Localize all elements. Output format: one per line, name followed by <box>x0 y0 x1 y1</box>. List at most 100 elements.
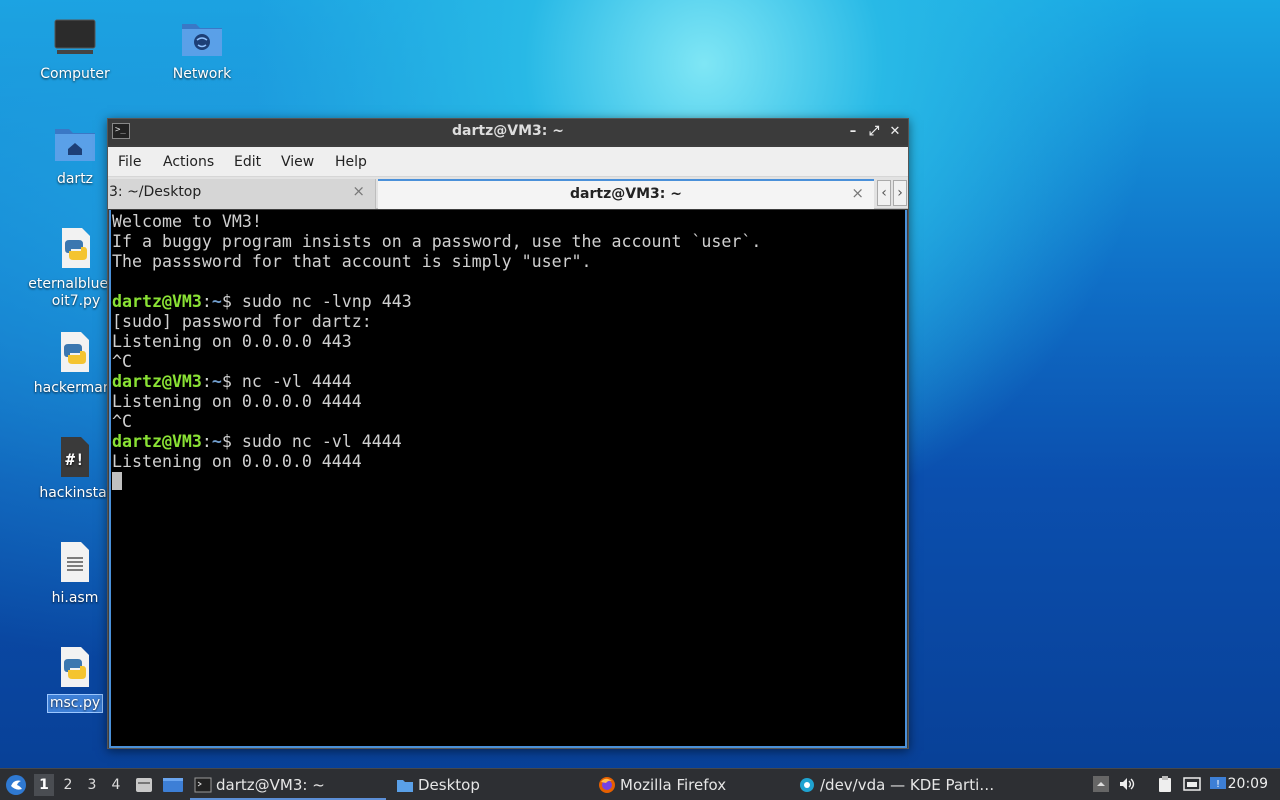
update-notifier-icon[interactable]: ! <box>1209 775 1227 793</box>
terminal-line: Listening on 0.0.0.0 4444 <box>112 452 905 472</box>
terminal-line: [sudo] password for dartz: <box>112 312 905 332</box>
tab-bar: 3: ~/Desktop × dartz@VM3: ~ × <box>108 177 908 209</box>
maximize-button[interactable]: ⤢ <box>865 122 883 142</box>
terminal-text: Listening on 0.0.0.0 4444 <box>112 392 362 411</box>
tab-desktop[interactable]: 3: ~/Desktop × <box>108 179 376 209</box>
prompt-path: ~ <box>211 432 222 451</box>
svg-text:!: ! <box>1216 779 1220 790</box>
firefox-icon <box>599 777 615 793</box>
volume-icon[interactable] <box>1118 775 1136 793</box>
text-file-icon <box>61 542 89 582</box>
terminal-text: ^C <box>112 352 132 371</box>
prompt-separator: : <box>201 292 212 311</box>
terminal-text: Listening on 0.0.0.0 4444 <box>112 452 362 471</box>
desktop-icon-label: dartz <box>56 171 94 187</box>
minimize-button[interactable]: – <box>844 122 862 142</box>
tray-expand-icon[interactable] <box>1092 775 1110 793</box>
network-status-icon[interactable] <box>1183 775 1201 793</box>
terminal-line: Listening on 0.0.0.0 4444 <box>112 392 905 412</box>
menu-edit[interactable]: Edit <box>234 154 261 170</box>
terminal-line: Welcome to VM3! <box>112 212 905 232</box>
terminal-text: [sudo] password for dartz: <box>112 312 372 331</box>
prompt-path: ~ <box>211 372 222 391</box>
menu-help[interactable]: Help <box>335 154 367 170</box>
shell-script-icon: #! <box>61 437 89 477</box>
terminal-line: If a buggy program insists on a password… <box>112 232 905 252</box>
show-desktop-icon[interactable] <box>162 775 184 795</box>
home-folder-icon <box>55 129 95 161</box>
terminal-line: dartz@VM3:~$ sudo nc -vl 4444 <box>112 432 905 452</box>
python-file-icon <box>62 228 90 268</box>
desktop-icon-network[interactable]: Network <box>147 16 257 83</box>
task-kde-partition-manager[interactable]: /dev/vda — KDE Parti… <box>794 770 994 800</box>
desktop-icon-label: hi.asm <box>51 590 99 606</box>
desktop-icon-label: Computer <box>40 66 110 82</box>
task-label: /dev/vda — KDE Parti… <box>820 776 995 794</box>
terminal-line <box>112 472 905 492</box>
terminal-output[interactable]: Welcome to VM3! If a buggy program insist… <box>109 210 907 748</box>
menu-bar: File Actions Edit View Help <box>108 147 908 177</box>
workspace-1[interactable]: 1 <box>34 774 54 796</box>
menu-actions[interactable]: Actions <box>163 154 214 170</box>
taskbar: 1 2 3 4 dartz@VM3: ~ Desktop Mozilla Fir… <box>0 768 1280 800</box>
prompt-separator: : <box>201 372 212 391</box>
prompt-separator: : <box>201 432 212 451</box>
menu-file[interactable]: File <box>118 154 141 170</box>
clock[interactable]: 20:09 <box>1228 769 1268 800</box>
python-file-icon <box>61 647 89 687</box>
window-title: dartz@VM3: ~ <box>452 123 564 139</box>
terminal-line: The passsword for that account is simply… <box>112 252 905 272</box>
task-firefox[interactable]: Mozilla Firefox <box>594 770 790 800</box>
desktop-icon-label: hackinstal <box>39 485 111 501</box>
start-menu-icon[interactable] <box>5 774 27 796</box>
desktop-icon-computer[interactable]: Computer <box>20 16 130 83</box>
terminal-text: The passsword for that account is simply… <box>112 252 592 271</box>
task-label: Desktop <box>418 776 480 794</box>
terminal-text: If a buggy program insists on a password… <box>112 232 762 251</box>
workspace-3[interactable]: 3 <box>82 774 102 796</box>
svg-text:#!: #! <box>65 450 84 469</box>
tab-home[interactable]: dartz@VM3: ~ × <box>378 179 874 209</box>
tab-close-icon[interactable]: × <box>352 182 365 200</box>
file-manager-launcher-icon[interactable] <box>134 775 154 795</box>
computer-icon <box>54 19 96 54</box>
prompt-command: $ sudo nc -vl 4444 <box>221 432 402 451</box>
terminal-line: ^C <box>112 412 905 432</box>
menu-view[interactable]: View <box>281 154 314 170</box>
folder-icon <box>397 780 413 792</box>
workspace-4[interactable]: 4 <box>106 774 126 796</box>
window-titlebar[interactable]: >_ dartz@VM3: ~ – ⤢ ✕ <box>108 119 908 145</box>
terminal-text: Listening on 0.0.0.0 443 <box>112 332 352 351</box>
prompt-command: $ nc -vl 4444 <box>221 372 352 391</box>
workspace-2[interactable]: 2 <box>58 774 78 796</box>
task-label: dartz@VM3: ~ <box>216 776 325 794</box>
python-file-icon <box>61 332 89 372</box>
prompt-path: ~ <box>211 292 222 311</box>
task-terminal[interactable]: dartz@VM3: ~ <box>190 770 386 800</box>
prompt-user: dartz@VM3 <box>112 372 202 391</box>
close-button[interactable]: ✕ <box>886 122 904 142</box>
task-desktop[interactable]: Desktop <box>392 770 588 800</box>
terminal-text: Welcome to VM3! <box>112 212 262 231</box>
tab-label: dartz@VM3: ~ <box>570 186 682 202</box>
desktop-icon-label-line2: oit7.py <box>51 293 101 309</box>
terminal-line: Listening on 0.0.0.0 443 <box>112 332 905 352</box>
desktop-icon-label: hackerman. <box>33 380 117 396</box>
task-label: Mozilla Firefox <box>620 776 727 794</box>
terminal-cursor <box>112 472 122 490</box>
terminal-line: dartz@VM3:~$ sudo nc -lvnp 443 <box>112 292 905 312</box>
terminal-text: ^C <box>112 412 132 431</box>
tab-label: 3: ~/Desktop <box>109 184 202 200</box>
terminal-window[interactable]: >_ dartz@VM3: ~ – ⤢ ✕ File Actions Edit … <box>107 118 909 749</box>
terminal-icon <box>194 777 212 793</box>
clipboard-icon[interactable] <box>1156 775 1174 793</box>
prompt-user: dartz@VM3 <box>112 432 202 451</box>
desktop-icon-label: msc.py <box>46 694 104 713</box>
desktop-icon-label: Network <box>172 66 232 82</box>
tab-close-icon[interactable]: × <box>851 184 864 202</box>
tab-scroll-left-button[interactable]: ‹ <box>877 180 891 206</box>
network-folder-icon <box>182 24 222 56</box>
tab-scroll-right-button[interactable]: › <box>893 180 907 206</box>
prompt-command: $ sudo nc -lvnp 443 <box>221 292 412 311</box>
